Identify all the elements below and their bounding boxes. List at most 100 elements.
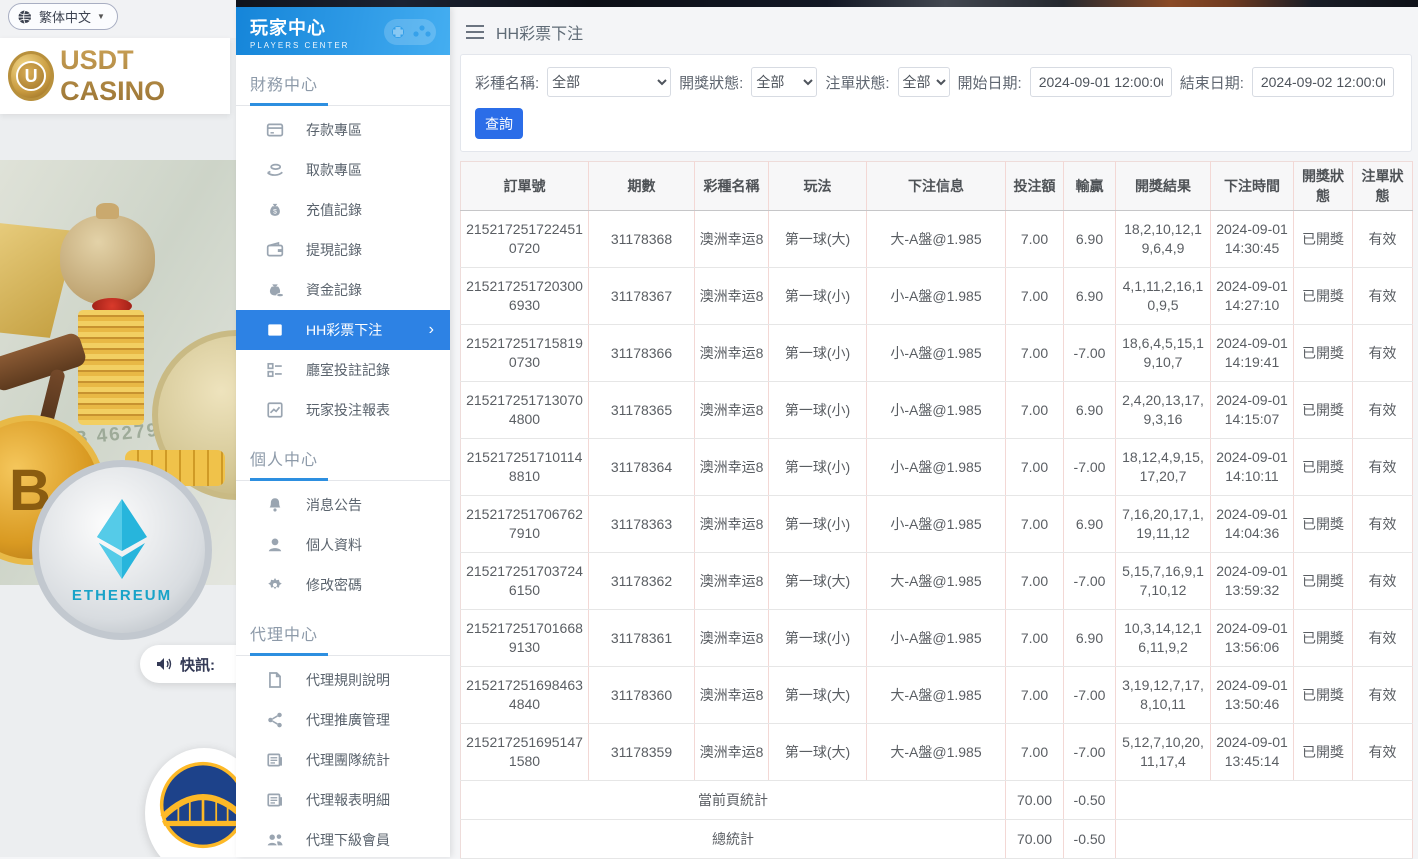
table-cell: 小-A盤@1.985: [867, 439, 1006, 496]
table-cell: -7.00: [1064, 724, 1116, 781]
lottery-list-icon: [266, 321, 284, 339]
table-cell: 2024-09-01 14:27:10: [1211, 268, 1294, 325]
brand-coin-icon: U: [8, 51, 54, 101]
table-cell: 大-A盤@1.985: [867, 724, 1006, 781]
withdraw-hand-icon: [266, 161, 284, 179]
table-cell: 有效: [1353, 325, 1413, 382]
table-cell: 31178368: [589, 211, 695, 268]
sidebar-item-代理推廣管理[interactable]: 代理推廣管理: [236, 700, 450, 740]
table-cell: 有效: [1353, 439, 1413, 496]
sidebar: 玩家中心 PLAYERS CENTER 財務中心存款專區取款專區$充值記錄提現記…: [236, 7, 450, 857]
sidebar-item-label: 代理報表明細: [306, 790, 390, 810]
section-underline: [236, 478, 450, 481]
menu-toggle-icon[interactable]: [466, 25, 484, 39]
start-date-input[interactable]: [1030, 67, 1172, 97]
coin-stack-graphic: [78, 310, 144, 425]
table-cell: 2152172516984634840: [461, 667, 589, 724]
promo-image: KB 46279 B ETHEREUM: [0, 160, 236, 585]
table-cell: 澳洲幸运8: [695, 382, 769, 439]
wallet-icon: [266, 241, 284, 259]
column-header: 注單狀態: [1353, 162, 1413, 211]
table-cell: 已開獎: [1294, 382, 1353, 439]
sidebar-item-充值記錄[interactable]: $充值記錄: [236, 190, 450, 230]
language-selector[interactable]: 繁体中文 ▼: [8, 3, 118, 30]
table-cell: 澳洲幸运8: [695, 496, 769, 553]
sidebar-item-代理團隊統計[interactable]: 代理團隊統計: [236, 740, 450, 780]
sidebar-item-存款專區[interactable]: 存款專區: [236, 110, 450, 150]
sidebar-item-代理報表明細[interactable]: 代理報表明細: [236, 780, 450, 820]
start-date-label: 開始日期:: [958, 72, 1022, 93]
ticker-label: 快訊:: [180, 654, 215, 675]
bell-icon: [266, 496, 284, 514]
table-cell: 第一球(大): [769, 211, 867, 268]
sidebar-item-修改密碼[interactable]: 修改密碼: [236, 565, 450, 605]
totals-row: 當前頁統計70.00-0.50: [461, 781, 1413, 820]
sidebar-item-HH彩票下注[interactable]: HH彩票下注›: [236, 310, 450, 350]
table-cell: 31178367: [589, 268, 695, 325]
table-cell: 18,6,4,5,15,19,10,7: [1116, 325, 1211, 382]
page-header: HH彩票下注: [450, 7, 1418, 44]
table-cell: 第一球(小): [769, 439, 867, 496]
totals-empty-cell: [1116, 820, 1413, 859]
table-cell: 大-A盤@1.985: [867, 553, 1006, 610]
table-row: 215217251713070480031178365澳洲幸运8第一球(小)小-…: [461, 382, 1413, 439]
table-cell: 大-A盤@1.985: [867, 211, 1006, 268]
sidebar-item-消息公告[interactable]: 消息公告: [236, 485, 450, 525]
ethereum-diamond-icon: [85, 497, 159, 581]
query-button[interactable]: 查詢: [475, 108, 523, 139]
table-row: 215217251706762791031178363澳洲幸运8第一球(小)小-…: [461, 496, 1413, 553]
floating-logo-widget[interactable]: [145, 748, 236, 857]
column-header: 輸贏: [1064, 162, 1116, 211]
table-cell: 31178366: [589, 325, 695, 382]
table-cell: 2152172517203006930: [461, 268, 589, 325]
table-cell: 7.00: [1006, 667, 1064, 724]
column-header: 下注信息: [867, 162, 1006, 211]
sidebar-item-資金記錄[interactable]: 資金記錄: [236, 270, 450, 310]
column-header: 玩法: [769, 162, 867, 211]
sidebar-item-代理規則說明[interactable]: 代理規則說明: [236, 660, 450, 700]
column-header: 開獎狀態: [1294, 162, 1353, 211]
table-cell: 有效: [1353, 496, 1413, 553]
sidebar-item-label: 個人資料: [306, 535, 362, 555]
table-cell: 2152172516951471580: [461, 724, 589, 781]
table-cell: 第一球(小): [769, 496, 867, 553]
column-header: 開獎結果: [1116, 162, 1211, 211]
order-status-select[interactable]: 全部: [898, 67, 950, 97]
sidebar-item-代理下級會員[interactable]: 代理下級會員: [236, 820, 450, 857]
draw-status-select[interactable]: 全部: [751, 67, 817, 97]
sidebar-item-label: 代理團隊統計: [306, 750, 390, 770]
table-cell: 6.90: [1064, 211, 1116, 268]
table-cell: 31178364: [589, 439, 695, 496]
sidebar-header: 玩家中心 PLAYERS CENTER: [236, 7, 450, 55]
table-cell: 10,3,14,12,16,11,9,2: [1116, 610, 1211, 667]
table-cell: 第一球(小): [769, 325, 867, 382]
sidebar-item-個人資料[interactable]: 個人資料: [236, 525, 450, 565]
lottery-name-select[interactable]: 全部: [547, 67, 671, 97]
table-cell: 2024-09-01 13:45:14: [1211, 724, 1294, 781]
table-cell: 2024-09-01 13:56:06: [1211, 610, 1294, 667]
table-row: 215217251698463484031178360澳洲幸运8第一球(大)大-…: [461, 667, 1413, 724]
end-date-input[interactable]: [1252, 67, 1394, 97]
sidebar-item-提現記錄[interactable]: 提現記錄: [236, 230, 450, 270]
table-cell: 小-A盤@1.985: [867, 610, 1006, 667]
table-cell: 7.00: [1006, 496, 1064, 553]
table-cell: 2152172517224510720: [461, 211, 589, 268]
sidebar-item-廳室投註記錄[interactable]: 廳室投註記錄: [236, 350, 450, 390]
news-ticker: 快訊:: [140, 645, 236, 683]
draw-status-label: 開獎狀態:: [679, 72, 743, 93]
table-cell: 7.00: [1006, 382, 1064, 439]
sidebar-item-取款專區[interactable]: 取款專區: [236, 150, 450, 190]
chevron-down-icon: ▼: [97, 12, 105, 21]
sidebar-item-label: 消息公告: [306, 495, 362, 515]
sidebar-section-title: 財務中心: [250, 71, 450, 95]
table-cell: 2024-09-01 14:10:11: [1211, 439, 1294, 496]
sidebar-item-label: 提現記錄: [306, 240, 362, 260]
table-cell: 澳洲幸运8: [695, 439, 769, 496]
sidebar-item-label: 代理下級會員: [306, 830, 390, 850]
table-row: 215217251703724615031178362澳洲幸运8第一球(大)大-…: [461, 553, 1413, 610]
sidebar-item-玩家投注報表[interactable]: 玩家投注報表: [236, 390, 450, 430]
sidebar-item-label: 修改密碼: [306, 575, 362, 595]
table-cell: 大-A盤@1.985: [867, 667, 1006, 724]
table-cell: 已開獎: [1294, 610, 1353, 667]
table-cell: 2024-09-01 13:59:32: [1211, 553, 1294, 610]
